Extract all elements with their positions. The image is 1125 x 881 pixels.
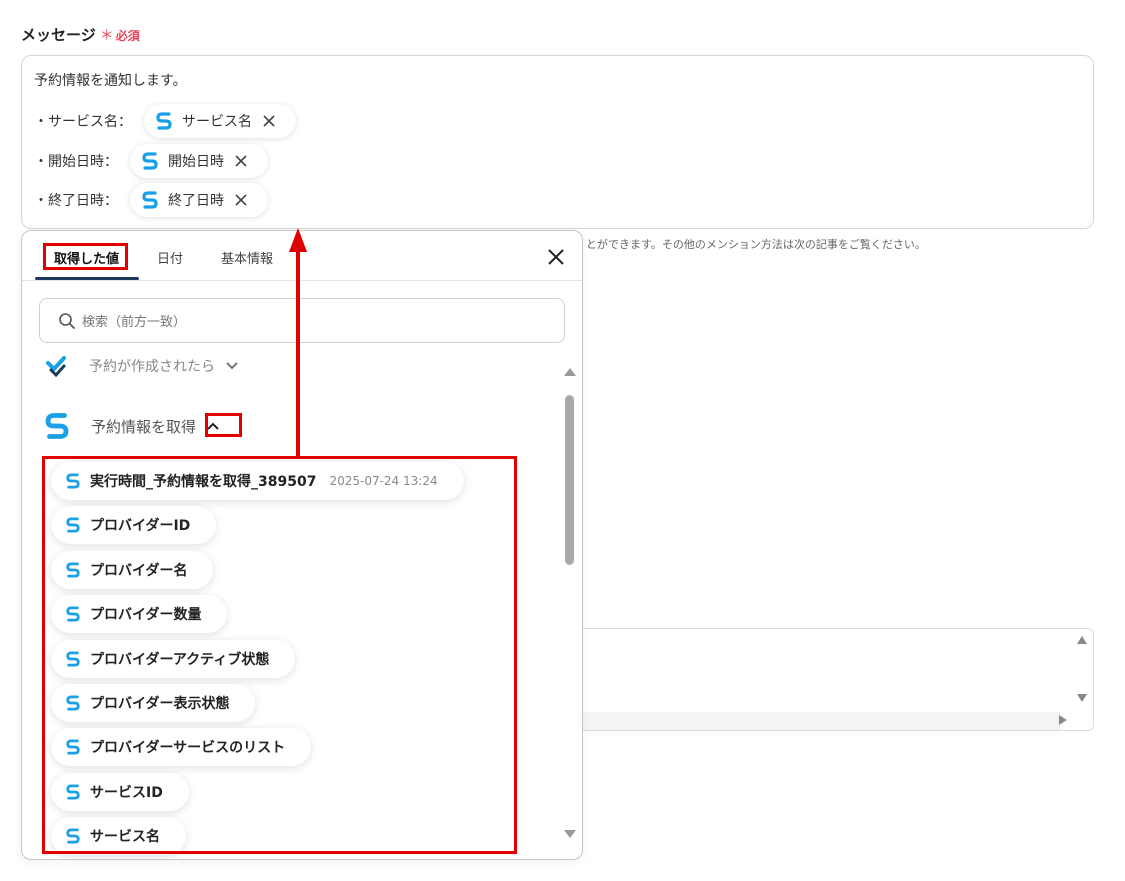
chip-label: 開始日時 xyxy=(168,154,224,170)
scroll-right-arrow-icon[interactable] xyxy=(1058,714,1068,726)
s-app-icon xyxy=(66,517,80,533)
item-label: プロバイダーアクティブ状態 xyxy=(90,652,270,668)
help-text: とができます。その他のメンション方法は次の記事をご覧ください。 xyxy=(586,238,926,251)
chevron-down-icon[interactable] xyxy=(225,361,239,371)
s-app-icon xyxy=(156,112,172,130)
s-app-icon xyxy=(66,739,80,755)
search-input[interactable]: 検索（前方一致） xyxy=(39,298,565,343)
group-header-get-reservation[interactable]: 予約情報を取得 xyxy=(45,411,220,441)
list-item[interactable]: プロバイダー表示状態 xyxy=(51,684,256,722)
item-label: サービス名 xyxy=(90,829,160,845)
scroll-up-arrow-icon[interactable] xyxy=(563,367,577,377)
tab-retrieved-values[interactable]: 取得した値 xyxy=(54,248,119,267)
list-item[interactable]: プロバイダーID xyxy=(51,506,217,544)
s-app-icon xyxy=(66,695,80,711)
s-app-icon xyxy=(45,413,69,439)
list-item[interactable]: プロバイダー数量 xyxy=(51,595,228,633)
close-icon[interactable] xyxy=(262,114,276,128)
s-app-icon xyxy=(66,828,80,844)
s-app-icon xyxy=(66,784,80,800)
annotation-arrow-line xyxy=(296,248,300,458)
s-app-icon xyxy=(142,191,158,209)
chip-label: 終了日時 xyxy=(168,193,224,209)
check-app-icon xyxy=(46,356,66,377)
variable-chip-service-name[interactable]: サービス名 xyxy=(144,104,296,138)
item-value: 2025-07-24 13:24 xyxy=(329,474,438,488)
list-item[interactable]: サービスID xyxy=(51,773,189,811)
s-app-icon xyxy=(66,651,80,667)
chip-label: サービス名 xyxy=(182,114,252,130)
scroll-down-arrow-icon[interactable] xyxy=(1076,693,1088,703)
message-field-label: メッセージ＊必須 xyxy=(21,24,140,45)
search-placeholder: 検索（前方一致） xyxy=(82,315,187,330)
group-header-trigger[interactable]: 予約が作成されたら xyxy=(45,355,239,377)
s-app-icon xyxy=(66,473,80,489)
s-app-icon xyxy=(66,606,80,622)
s-app-icon xyxy=(66,562,80,578)
variable-chip-end-time[interactable]: 終了日時 xyxy=(130,183,268,217)
row-label: ・サービス名： xyxy=(34,114,132,130)
message-row-end: ・終了日時： 終了日時 xyxy=(34,183,268,217)
item-label: プロバイダーID xyxy=(90,518,191,534)
tab-basic-info[interactable]: 基本情報 xyxy=(221,248,273,267)
variable-chip-start-time[interactable]: 開始日時 xyxy=(130,144,268,178)
list-item[interactable]: プロバイダー名 xyxy=(51,551,214,589)
message-row-service: ・サービス名： サービス名 xyxy=(34,104,296,138)
group-label: 予約情報を取得 xyxy=(91,417,197,436)
item-label: プロバイダー表示状態 xyxy=(90,696,230,712)
active-tab-indicator xyxy=(35,277,139,280)
row-label: ・終了日時： xyxy=(34,193,118,209)
close-icon[interactable] xyxy=(234,193,248,207)
lower-textarea[interactable] xyxy=(582,628,1094,731)
item-label: プロバイダー名 xyxy=(90,563,188,579)
required-text: 必須 xyxy=(115,29,140,43)
list-item[interactable]: プロバイダーアクティブ状態 xyxy=(51,640,296,678)
message-row-start: ・開始日時： 開始日時 xyxy=(34,144,268,178)
annotation-arrow-head-icon xyxy=(289,228,307,252)
message-text-line: 予約情報を通知します。 xyxy=(34,73,187,89)
s-app-icon xyxy=(142,152,158,170)
value-picker-popup: 取得した値 日付 基本情報 検索（前方一致） 予約が作成されたら 予約情報を取得… xyxy=(21,230,583,860)
scroll-up-arrow-icon[interactable] xyxy=(1076,635,1088,645)
field-label-text: メッセージ xyxy=(21,26,96,44)
search-icon xyxy=(59,312,75,329)
chevron-up-icon[interactable] xyxy=(206,421,220,431)
close-icon[interactable] xyxy=(547,248,565,266)
close-icon[interactable] xyxy=(234,154,248,168)
required-mark: ＊ xyxy=(99,28,114,44)
item-label: プロバイダーサービスのリスト xyxy=(90,740,286,756)
vertical-scrollbar-thumb[interactable] xyxy=(565,395,574,565)
item-label: プロバイダー数量 xyxy=(90,607,202,623)
scroll-down-arrow-icon[interactable] xyxy=(563,829,577,839)
list-item-exec-time[interactable]: 実行時間_予約情報を取得_389507 2025-07-24 13:24 xyxy=(51,462,464,500)
message-textarea[interactable]: 予約情報を通知します。 ・サービス名： サービス名 ・開始日時： 開始日時 ・終… xyxy=(21,55,1094,229)
list-item[interactable]: プロバイダーサービスのリスト xyxy=(51,728,312,766)
tab-date[interactable]: 日付 xyxy=(157,248,183,267)
list-item[interactable]: サービス名 xyxy=(51,817,186,855)
row-label: ・開始日時： xyxy=(34,154,118,170)
horizontal-scrollbar[interactable] xyxy=(582,712,1062,730)
group-label: 予約が作成されたら xyxy=(89,359,215,375)
item-label: サービスID xyxy=(90,785,163,801)
item-label: 実行時間_予約情報を取得_389507 xyxy=(90,474,317,490)
